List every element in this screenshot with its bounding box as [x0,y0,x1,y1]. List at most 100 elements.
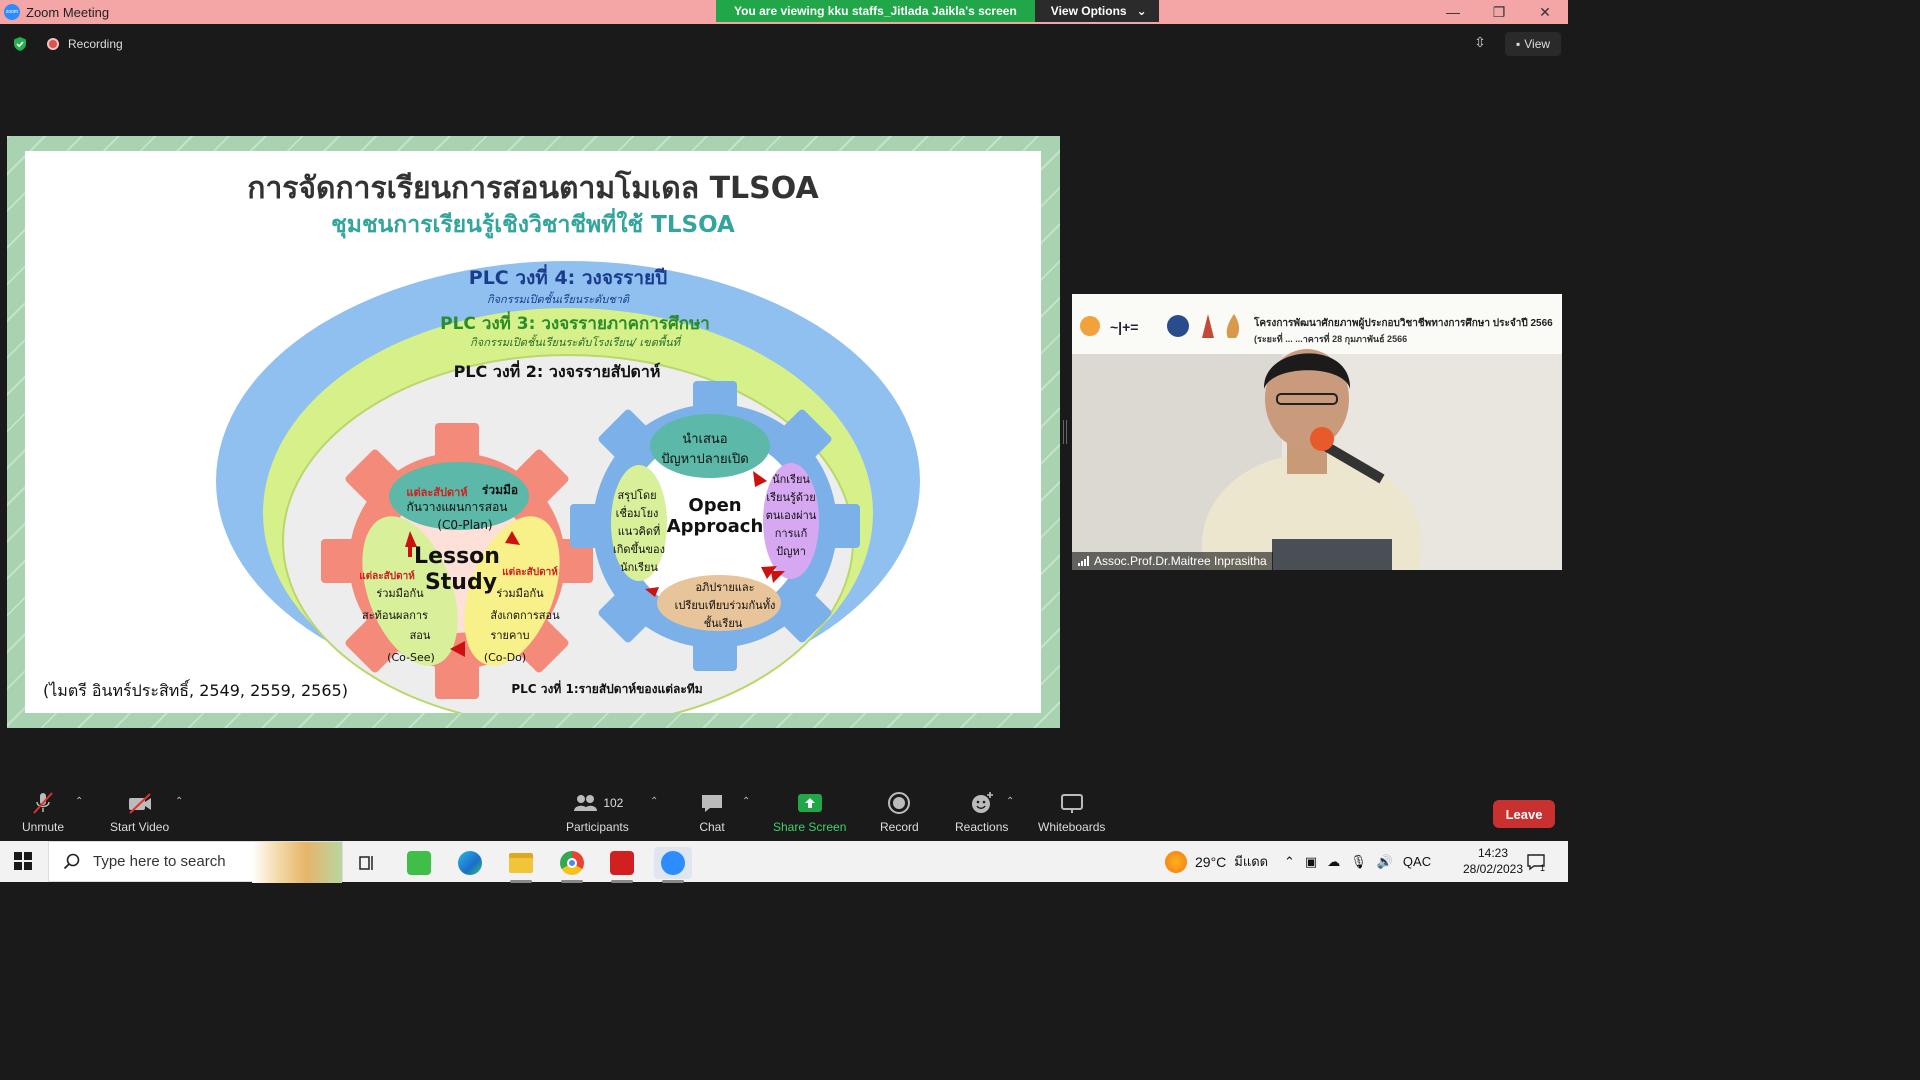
notification-center-icon[interactable]: 1 [1526,841,1545,882]
reactions-label: Reactions [955,820,1009,834]
recording-label: Recording [68,37,123,51]
plc4-title: PLC วงที่ 4: วงจรรายปี [469,264,667,289]
slide-citation: (ไมตรี อินทร์ประสิทธิ์, 2549, 2559, 2565… [43,681,348,700]
weather-widget[interactable]: 29°C มีแดด [1165,841,1268,882]
see-line2: สะท้อนผลการ [362,609,428,622]
edge-browser-icon[interactable] [451,847,489,879]
plc4-subtitle: กิจกรรมเปิดชั้นเรียนระดับชาติ [487,291,630,306]
split-view-handle[interactable] [1063,420,1067,444]
participant-nameplate: Assoc.Prof.Dr.Maitree Inprasitha [1072,552,1273,570]
plc-diagram: PLC วงที่ 4: วงจรรายปี กิจกรรมเปิดชั้นเร… [216,261,920,713]
window-title: Zoom Meeting [26,4,110,20]
see-code: (Co-See) [387,651,435,664]
file-explorer-icon[interactable] [502,847,540,883]
start-video-label: Start Video [110,820,170,834]
start-video-button[interactable]: Start Video [110,790,169,834]
reactions-button[interactable]: Reactions [955,790,1008,834]
oa-right-5: ปัญหา [776,545,806,558]
open-approach-label-2: Approach [667,516,764,537]
chat-bubble-icon [702,795,722,812]
task-view-icon[interactable] [348,847,386,879]
acrobat-reader-icon[interactable] [603,847,641,883]
input-language[interactable]: QAC [1403,854,1431,869]
oa-bottom-1: อภิปรายและ [695,581,754,594]
lesson-study-label-1: Lesson [414,544,500,569]
chrome-browser-icon[interactable] [553,847,591,883]
plc3-subtitle: กิจกรรมเปิดชั้นเรียนระดับโรงเรียน/ เขตพื… [470,334,682,349]
shared-screen: การจัดการเรียนการสอนตามโมเดล TLSOA ชุมชน… [7,136,1060,728]
maximize-button[interactable]: ❐ [1476,0,1522,24]
line-app-icon[interactable] [400,847,438,879]
taskbar-clock[interactable]: 14:23 28/02/2023 [1458,845,1528,877]
meet-now-icon[interactable]: ▣ [1305,854,1317,870]
participants-caret-icon[interactable]: ⌃ [650,796,658,807]
oa-bottom-2: เปรียบเทียบร่วมกันทั้ง [675,597,776,612]
oa-left-1: สรุปโดย [617,488,656,502]
do-weekly: แต่ละสัปดาห์ [502,566,558,578]
security-shield-icon[interactable] [12,36,28,52]
plan-code: (C0-Plan) [437,518,492,532]
plc1-title: PLC วงที่ 1:รายสัปดาห์ของแต่ละทีม [511,680,702,696]
immersive-view-icon[interactable]: ⇳ [1470,34,1490,54]
taskbar-search-box[interactable]: Type here to search [48,841,343,883]
unmute-button[interactable]: Unmute [22,790,64,834]
leave-button[interactable]: Leave [1493,800,1555,828]
close-button[interactable]: ✕ [1522,0,1568,24]
open-approach-label-1: Open [688,495,741,516]
sun-icon [1165,850,1187,873]
audio-options-caret-icon[interactable]: ⌃ [75,796,83,807]
muted-microphone-icon [33,792,53,814]
signal-strength-icon [1078,556,1089,566]
viewing-screen-message: You are viewing kku staffs_Jitlada Jaikl… [716,0,1035,22]
minimize-button[interactable]: — [1430,0,1476,24]
participants-label: Participants [566,820,629,834]
volume-icon[interactable]: 🔊 [1377,854,1393,870]
reactions-smiley-icon [971,792,993,813]
oa-bottom-3: ชั้นเรียน [704,615,743,630]
participants-button[interactable]: 102 Participants [566,790,629,834]
video-options-caret-icon[interactable]: ⌃ [175,796,183,807]
do-line2: สังเกตการสอน [490,609,560,622]
participant-video-tile[interactable]: ~|+= โครงการพัฒนาศักยภาพผู้ประกอบวิชาชีพ… [1072,294,1562,570]
search-highlight-illustration [252,842,342,883]
windows-start-icon[interactable] [14,852,32,870]
temperature: 29°C [1195,853,1227,870]
oa-right-4: การแก้ [775,527,808,540]
see-weekly: แต่ละสัปดาห์ [359,570,415,582]
view-button[interactable]: ▪ View [1505,32,1561,56]
notification-count: 1 [1540,862,1546,873]
view-label: View [1524,37,1551,51]
zoom-app-icon[interactable] [654,847,692,883]
zoom-logo-icon: zoom [4,4,20,20]
chat-button[interactable]: Chat [698,790,726,834]
reactions-caret-icon[interactable]: ⌃ [1006,796,1014,807]
search-placeholder: Type here to search [93,853,226,870]
speaker-figure [1202,349,1422,570]
view-options-button[interactable]: View Options ⌄ [1034,0,1159,22]
oa-present-2: ปัญหาปลายเปิด [661,452,748,467]
do-line1: ร่วมมือกัน [496,587,544,600]
whiteboard-icon [1060,794,1083,813]
plc3-title: PLC วงที่ 3: วงจรรายภาคการศึกษา [440,311,710,334]
plc2-title: PLC วงที่ 2: วงจรรายสัปดาห์ [454,360,661,381]
system-tray: ⌃ ▣ ☁ 🎙 🔊 QAC [1284,841,1431,882]
share-screen-icon [797,794,822,812]
weather-description: มีแดด [1234,854,1269,869]
view-layout-icon: ▪ [1515,37,1521,51]
oa-left-3: แนวคิดที่ [618,523,661,538]
meeting-toolbar: Unmute ⌃ Start Video ⌃ 102 Participants … [0,782,1568,840]
see-line1: ร่วมมือกัน [376,587,424,600]
whiteboards-button[interactable]: Whiteboards [1038,790,1105,834]
share-screen-button[interactable]: Share Screen [773,790,846,834]
record-icon [888,792,911,814]
oa-present-1: นำเสนอ [682,432,727,447]
record-button[interactable]: Record [880,790,919,834]
window-title-bar: zoom Zoom Meeting You are viewing kku st… [0,0,1568,24]
chat-caret-icon[interactable]: ⌃ [742,796,750,807]
whiteboards-label: Whiteboards [1038,820,1106,834]
microphone-icon[interactable]: 🎙 [1350,854,1367,870]
chevron-up-icon[interactable]: ⌃ [1284,854,1295,870]
onedrive-cloud-icon[interactable]: ☁ [1327,854,1340,870]
share-screen-label: Share Screen [773,820,847,834]
do-line3: รายคาบ [490,629,529,642]
